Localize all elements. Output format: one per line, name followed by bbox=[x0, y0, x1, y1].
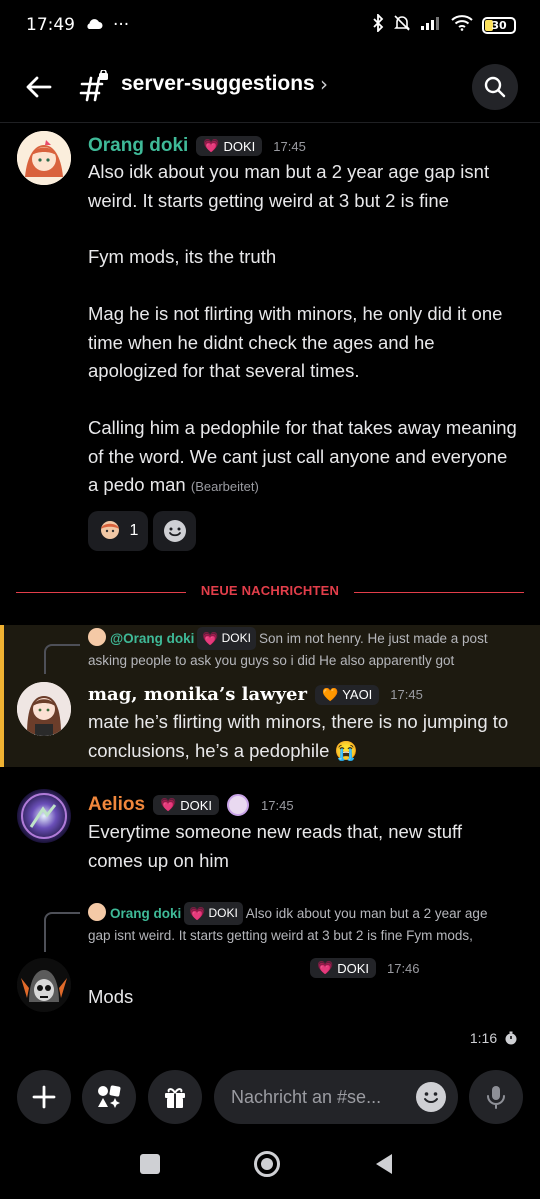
reply-text: gap isnt weird. It starts getting weird … bbox=[88, 928, 473, 943]
status-bar: 17:49 ··· 30 bbox=[0, 0, 540, 50]
reply-connector bbox=[44, 644, 80, 674]
username[interactable]: Orang doki bbox=[88, 135, 188, 157]
bluetooth-icon bbox=[372, 12, 384, 37]
role-tag: 💗 DOKI bbox=[153, 795, 220, 815]
channel-header: server-suggestions › bbox=[0, 56, 540, 118]
reply-text: Son im not henry. He just made a post bbox=[258, 631, 488, 646]
role-tag-label: DOKI bbox=[180, 797, 213, 813]
server-badge-icon bbox=[227, 794, 250, 816]
back-triangle-icon bbox=[376, 1154, 392, 1174]
status-time: 17:49 bbox=[26, 15, 75, 35]
message-paragraph: Calling him a pedophile for that takes a… bbox=[88, 414, 518, 502]
role-tag: 💗 DOKI bbox=[196, 136, 263, 156]
gift-button[interactable] bbox=[148, 1070, 202, 1124]
message-text: Calling him a pedophile for that takes a… bbox=[88, 417, 517, 495]
emoji-smile-icon bbox=[163, 520, 186, 542]
avatar[interactable] bbox=[17, 789, 71, 843]
heart-icon: 💗 bbox=[203, 138, 220, 153]
back-arrow-icon[interactable] bbox=[22, 70, 56, 104]
username[interactable]: mag, monika’s lawyer bbox=[88, 684, 307, 705]
search-button[interactable] bbox=[472, 64, 518, 110]
username[interactable]: Aelios bbox=[88, 794, 145, 816]
wifi-icon bbox=[451, 14, 473, 36]
role-tag-label: DOKI bbox=[223, 138, 256, 154]
message-paragraph: Also idk about you man but a 2 year age … bbox=[88, 161, 490, 211]
emoji-picker-icon[interactable] bbox=[416, 1082, 446, 1112]
battery-level: 30 bbox=[491, 18, 507, 32]
avatar[interactable] bbox=[17, 958, 71, 1012]
timestamp: 17:45 bbox=[390, 687, 423, 702]
message-text: Everytime someone new reads that, new st… bbox=[88, 821, 462, 871]
reply-preview[interactable]: Orang doki 💗 DOKI Also idk about you man bu… bbox=[88, 902, 518, 946]
reply-role-tag: 💗 DOKI bbox=[184, 902, 243, 925]
timestamp: 17:45 bbox=[261, 797, 294, 813]
reaction-count: 1 bbox=[129, 522, 139, 539]
cloud-icon bbox=[85, 15, 103, 35]
back-nav-button[interactable] bbox=[374, 1153, 394, 1179]
heart-icon: 🧡 bbox=[322, 686, 339, 702]
plus-icon bbox=[32, 1085, 56, 1109]
apps-icon bbox=[98, 1085, 121, 1108]
message-input-placeholder: Nachricht an #se... bbox=[231, 1086, 382, 1107]
mute-bell-icon bbox=[393, 14, 411, 37]
reply-role-tag-label: DOKI bbox=[208, 906, 238, 920]
role-tag-label: DOKI bbox=[337, 960, 369, 976]
reply-role-tag-label: DOKI bbox=[221, 631, 251, 645]
message-input[interactable]: Nachricht an #se... bbox=[214, 1070, 458, 1124]
reply-text: Also idk about you man but a 2 year age bbox=[245, 906, 488, 921]
apps-button[interactable] bbox=[82, 1070, 136, 1124]
message-text: mate he’s flirting with minors, there is… bbox=[88, 711, 509, 761]
message-text: Mods bbox=[88, 986, 134, 1007]
reply-role-tag: 💗 DOKI bbox=[197, 627, 256, 650]
reply-preview[interactable]: @Orang doki 💗 DOKI Son im not henry. He jus… bbox=[88, 627, 518, 671]
add-attachment-button[interactable] bbox=[17, 1070, 71, 1124]
stopwatch-icon bbox=[505, 1031, 517, 1045]
reaction-emoji-icon bbox=[98, 517, 122, 545]
role-tag: 💗 DOKI bbox=[310, 958, 376, 978]
reply-connector bbox=[44, 912, 80, 952]
reply-username[interactable]: Orang doki bbox=[110, 906, 181, 921]
battery-icon: 30 bbox=[482, 16, 516, 34]
search-icon bbox=[484, 76, 506, 98]
chevron-right-icon[interactable]: › bbox=[320, 72, 328, 96]
microphone-icon bbox=[487, 1086, 505, 1109]
new-messages-divider: NEUE NACHRICHTEN bbox=[16, 583, 524, 601]
timestamp: 17:45 bbox=[273, 138, 306, 154]
role-tag-label: YAOI bbox=[342, 687, 373, 702]
system-nav-bar bbox=[0, 1135, 540, 1199]
recents-button[interactable] bbox=[140, 1154, 160, 1174]
status-more: ··· bbox=[113, 15, 130, 35]
avatar[interactable] bbox=[17, 682, 71, 736]
signal-icon bbox=[420, 15, 442, 36]
reaction-button[interactable]: 1 bbox=[88, 511, 148, 551]
heart-icon: 💗 bbox=[317, 960, 334, 975]
gift-icon bbox=[165, 1088, 185, 1108]
add-reaction-button[interactable] bbox=[153, 511, 196, 551]
reply-username[interactable]: @Orang doki bbox=[110, 631, 194, 646]
header-divider bbox=[0, 122, 540, 123]
reply-avatar bbox=[88, 628, 106, 646]
message-paragraph: Mag he is not flirting with minors, he o… bbox=[88, 303, 503, 381]
message-paragraph: Fym mods, its the truth bbox=[88, 246, 277, 267]
reply-text: asking people to ask you guys so i did H… bbox=[88, 653, 455, 668]
message-input-bar: Nachricht an #se... bbox=[0, 1066, 540, 1128]
locked-channel-hash-icon bbox=[78, 69, 110, 102]
role-tag: 🧡 YAOI bbox=[315, 684, 380, 705]
timestamp: 17:46 bbox=[386, 960, 420, 976]
slowmode-timer-value: 1:16 bbox=[469, 1030, 498, 1046]
heart-icon: 💗 bbox=[160, 797, 177, 812]
reply-avatar bbox=[88, 903, 106, 921]
voice-message-button[interactable] bbox=[469, 1070, 523, 1124]
channel-name[interactable]: server-suggestions bbox=[121, 72, 315, 96]
new-messages-label: NEUE NACHRICHTEN bbox=[200, 583, 340, 598]
slowmode-timer: 1:16 bbox=[470, 1030, 518, 1046]
avatar[interactable] bbox=[17, 131, 71, 185]
home-button[interactable] bbox=[254, 1151, 280, 1177]
edited-label: (Bearbeitet) bbox=[190, 479, 259, 494]
